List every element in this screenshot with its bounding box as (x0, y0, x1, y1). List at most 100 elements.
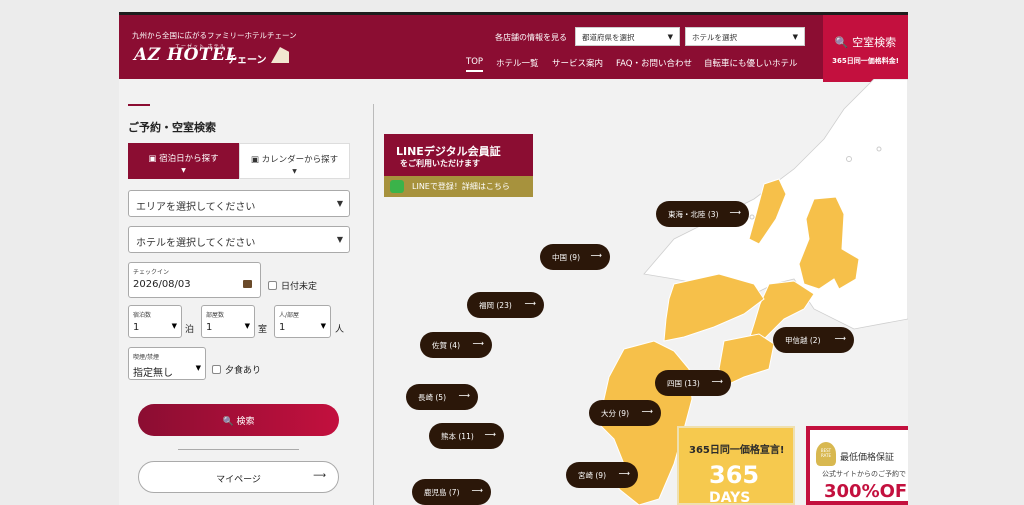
tab-search-by-date-label: 宿泊日から探す (159, 154, 219, 164)
search-button[interactable]: 🔍 検索 (138, 404, 339, 436)
tagline: 九州から全国に広がるファミリーホテルチェーン (132, 31, 297, 40)
region-pill-label: 四国 (13) (667, 379, 700, 388)
line-member-banner[interactable]: LINEデジタル会員証 をご利用いただけます LINEで登録！詳細はこちら (384, 134, 533, 197)
checkin-value: 2026/08/03 (133, 279, 191, 290)
line-logo-icon (390, 180, 404, 193)
triangle-down-icon: ▼ (181, 167, 186, 174)
region-pill-fukuoka[interactable]: 福岡 (23) ⟶ (467, 292, 544, 318)
smoking-select[interactable]: 喫煙/禁煙 指定無し ▼ (128, 347, 206, 380)
arrow-right-icon: ⟶ (484, 430, 496, 439)
region-pill-label: 大分 (9) (601, 409, 630, 418)
promo2-line2: 公式サイトからのご予約で (822, 470, 906, 478)
page: 九州から全国に広がるファミリーホテルチェーン エーゼット ホテル AZ HOTE… (119, 12, 908, 505)
checkin-field[interactable]: チェックイン 2026/08/03 (128, 262, 261, 298)
logo[interactable]: AZ HOTEL (134, 45, 238, 65)
promo2-line1: 最低価格保証 (840, 453, 895, 463)
region-pill-shikoku[interactable]: 四国 (13) ⟶ (655, 370, 731, 396)
arrow-right-icon: ⟶ (458, 391, 470, 400)
region-pill-label: 熊本 (11) (441, 432, 474, 441)
search-icon: 🔍 (834, 36, 849, 49)
hotel-select-value: ホテルを選択 (692, 33, 737, 42)
nav-services[interactable]: サービス案内 (552, 57, 603, 69)
vacancy-search-sub: 365日同一価格料金! (832, 57, 899, 65)
region-pill-koshinetsu[interactable]: 甲信越 (2) ⟶ (773, 327, 854, 353)
region-pill-saga[interactable]: 佐賀 (4) ⟶ (420, 332, 492, 358)
promo-365-days-banner[interactable]: 365日同一価格宣言! 365 DAYS (677, 426, 795, 505)
calendar-icon (243, 280, 252, 288)
map-island (876, 146, 882, 152)
map-island (846, 156, 852, 162)
map-island (749, 214, 755, 220)
region-pill-label: 佐賀 (4) (432, 341, 461, 350)
people-value: 1 (279, 322, 286, 333)
mypage-button[interactable]: マイページ ⟶ (138, 461, 339, 493)
nav-hotel-list[interactable]: ホテル一覧 (496, 57, 539, 69)
prefecture-select[interactable]: 都道府県を選択 ▼ (575, 27, 680, 46)
store-info-label: 各店舗の情報を見る (495, 33, 567, 42)
hotel-select[interactable]: ホテルを選択 ▼ (685, 27, 805, 46)
region-pill-oita[interactable]: 大分 (9) ⟶ (589, 400, 661, 426)
vacancy-search-button[interactable]: 🔍 空室検索 365日同一価格料金! (823, 15, 908, 82)
map-region-chugoku (663, 273, 765, 342)
region-pill-label: 甲信越 (2) (785, 336, 821, 345)
checkbox-icon (212, 365, 221, 374)
nav-faq-contact[interactable]: FAQ・お問い合わせ (616, 57, 692, 69)
promo1-days: DAYS (709, 490, 751, 505)
tab-search-by-date[interactable]: ▣ 宿泊日から探す ▼ (128, 143, 239, 179)
nights-select[interactable]: 宿泊数 1 ▼ (128, 305, 182, 338)
hotel-select-panel[interactable]: ホテルを選択してください ▼ (128, 226, 350, 253)
chevron-down-icon: ▼ (244, 322, 250, 330)
nav-top[interactable]: TOP (466, 57, 484, 72)
promo-best-rate-banner[interactable]: BEST RATE 最低価格保証 公式サイトからのご予約で 300%OFF (806, 426, 908, 505)
region-pill-label: 東海・北陸 (3) (668, 210, 719, 219)
calendar-icon: ▣ (250, 155, 259, 165)
area-select-value: エリアを選択してください (136, 202, 256, 213)
tab-search-by-calendar-label: カレンダーから探す (261, 155, 339, 165)
region-pill-nagasaki[interactable]: 長崎 (5) ⟶ (406, 384, 478, 410)
date-undecided-checkbox[interactable]: 日付未定 (268, 279, 317, 292)
promo2-line3: 300%OFF (824, 481, 908, 502)
title-accent-line (128, 104, 150, 106)
region-pill-kagoshima[interactable]: 鹿児島 (7) ⟶ (412, 479, 491, 505)
dinner-label: 夕食あり (225, 366, 262, 376)
triangle-down-icon: ▼ (292, 168, 297, 175)
chevron-down-icon: ▼ (336, 199, 343, 208)
dinner-checkbox[interactable]: 夕食あり (212, 363, 261, 376)
region-pill-label: 鹿児島 (7) (424, 488, 460, 497)
area-select[interactable]: エリアを選択してください ▼ (128, 190, 350, 217)
arrow-right-icon: ⟶ (524, 299, 536, 308)
arrow-right-icon: ⟶ (618, 469, 630, 478)
region-pill-chugoku[interactable]: 中国 (9) ⟶ (540, 244, 610, 270)
line-banner-subtitle: をご利用いただけます (400, 159, 480, 168)
best-rate-badge-icon: BEST RATE (816, 442, 836, 466)
nights-unit: 泊 (185, 325, 195, 335)
promo1-heading: 365日同一価格宣言! (689, 445, 785, 456)
calendar-icon: ▣ (148, 154, 157, 164)
date-undecided-label: 日付未定 (281, 282, 318, 292)
site-header: 九州から全国に広がるファミリーホテルチェーン エーゼット ホテル AZ HOTE… (119, 12, 908, 82)
search-button-label: 検索 (236, 417, 255, 427)
region-pill-kumamoto[interactable]: 熊本 (11) ⟶ (429, 423, 504, 449)
region-pill-label: 長崎 (5) (418, 393, 447, 402)
line-banner-bar: LINEで登録！詳細はこちら (384, 176, 533, 197)
arrow-right-icon: ⟶ (729, 208, 741, 217)
nav-bicycle-friendly[interactable]: 自転車にも優しいホテル (704, 57, 798, 69)
chevron-down-icon: ▼ (195, 364, 201, 372)
people-label: 人/部屋 (279, 312, 300, 319)
arrow-right-icon: ⟶ (641, 407, 653, 416)
hotel-select-panel-value: ホテルを選択してください (136, 238, 256, 249)
region-pill-miyazaki[interactable]: 宮崎 (9) ⟶ (566, 462, 638, 488)
rooms-select[interactable]: 部屋数 1 ▼ (201, 305, 255, 338)
tab-search-by-calendar[interactable]: ▣ カレンダーから探す ▼ (239, 143, 350, 179)
region-pill-tokai-hokuriku[interactable]: 東海・北陸 (3) ⟶ (656, 201, 749, 227)
vacancy-search-label: 空室検索 (852, 36, 897, 49)
promo1-number: 365 (709, 461, 760, 489)
people-select[interactable]: 人/部屋 1 ▼ (274, 305, 331, 338)
divider (178, 449, 299, 450)
vacancy-search-title: 🔍 空室検索 (823, 34, 908, 50)
arrow-right-icon: ⟶ (313, 471, 326, 481)
logo-mark-icon (271, 47, 289, 63)
checkbox-icon (268, 281, 277, 290)
line-banner-title: LINEデジタル会員証 (396, 145, 501, 158)
mypage-button-label: マイページ (216, 475, 261, 485)
